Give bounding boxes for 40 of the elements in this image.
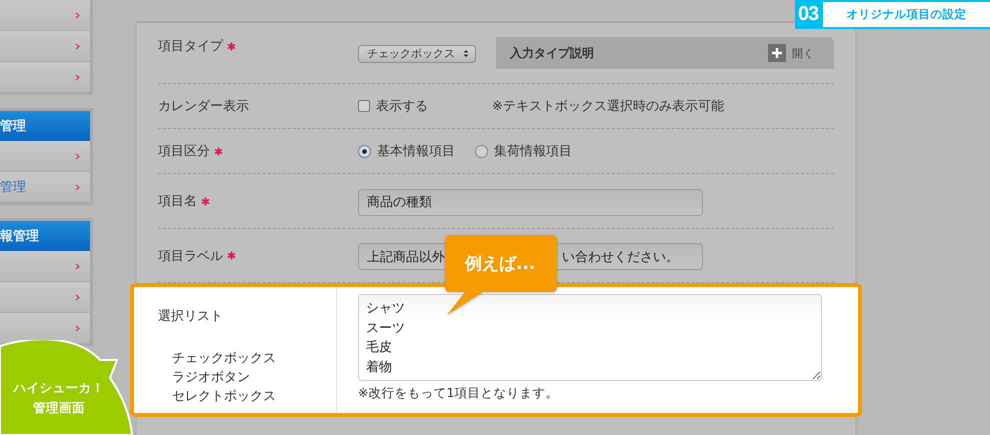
plus-icon[interactable] (768, 44, 786, 62)
note-text: ※改行をもって1項目となります。 (358, 385, 558, 402)
field-label: 項目名 (158, 193, 197, 210)
field-label: 選択リスト (158, 308, 223, 325)
option-type-text: チェックボックス (172, 350, 277, 368)
field-label: 項目タイプ (158, 38, 223, 55)
checkbox[interactable] (358, 100, 370, 112)
text-input[interactable]: 商品の種類 (358, 188, 703, 216)
expand-link[interactable]: 開く (792, 46, 814, 60)
note-text: ※テキストボックス選択時のみ表示可能 (492, 98, 724, 115)
sidebar-header-text: 管理 (0, 118, 26, 135)
info-title: 入力タイプ説明 (510, 44, 594, 62)
radio-label: 集荷情報項目 (494, 143, 572, 160)
field-label: カレンダー表示 (158, 98, 249, 115)
option-type-text: ラジオボタン (172, 369, 251, 387)
sidebar-header-text: 報管理 (0, 228, 39, 245)
step-title: オリジナル項目の設定 (823, 2, 990, 27)
callout-tooltip: 例えば... (445, 235, 559, 317)
radio-button[interactable] (475, 144, 488, 158)
sidebar-item[interactable] (0, 282, 90, 313)
bubble-text: 管理画面 (32, 399, 86, 417)
field-label: 項目区分 (158, 143, 210, 160)
radio-label: 基本情報項目 (377, 143, 455, 160)
field-text: 上記商品以外 (367, 248, 445, 266)
sidebar-item[interactable] (0, 251, 90, 282)
sidebar-item[interactable] (0, 0, 90, 31)
radio-button[interactable] (358, 144, 371, 158)
sidebar-item[interactable] (0, 313, 90, 343)
list-textarea[interactable]: シャツ スーツ 毛皮 着物 (358, 294, 822, 381)
step-number: 03 (798, 2, 818, 27)
updown-arrows-icon (463, 49, 469, 58)
field-label: 項目ラベル (158, 248, 223, 264)
option-type-text: セレクトボックス (172, 388, 277, 406)
checkbox-label: 表示する (376, 98, 428, 115)
sidebar-item[interactable] (0, 62, 90, 92)
bubble-text: ハイシューカ！ (12, 379, 106, 397)
type-select[interactable]: チェックボックス (358, 44, 476, 62)
sidebar-item[interactable] (0, 31, 90, 62)
sidebar-item[interactable] (0, 141, 90, 172)
field-text: い合わせください。 (562, 248, 679, 266)
